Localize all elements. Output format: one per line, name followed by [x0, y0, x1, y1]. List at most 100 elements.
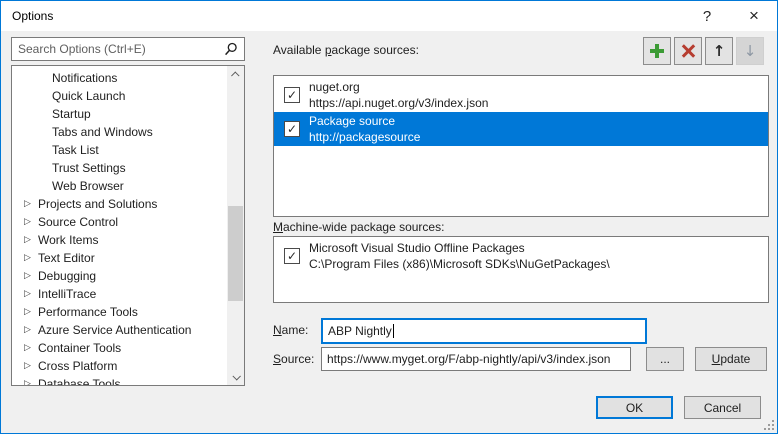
resize-grip[interactable]	[764, 420, 774, 430]
add-source-button[interactable]	[643, 37, 671, 65]
chevron-right-icon[interactable]: ▷	[24, 307, 38, 317]
tree-item[interactable]: ▷ Work Items	[12, 231, 227, 249]
browse-button[interactable]: ...	[646, 347, 684, 371]
package-text: Microsoft Visual Studio Offline Packages…	[309, 240, 610, 272]
help-button[interactable]: ?	[690, 1, 724, 31]
check-icon: ✓	[287, 250, 297, 262]
chevron-right-icon[interactable]: ▷	[24, 379, 38, 386]
tree-item[interactable]: ▷ Performance Tools	[12, 303, 227, 321]
tree-item[interactable]: ▷ Container Tools	[12, 339, 227, 357]
tree-item-label: Notifications	[52, 71, 117, 85]
search-placeholder: Search Options (Ctrl+E)	[18, 42, 224, 56]
tree-item[interactable]: ▷ Web Browser	[12, 177, 227, 195]
chevron-up-icon	[231, 71, 239, 79]
package-text: nuget.org https://api.nuget.org/v3/index…	[309, 79, 488, 111]
chevron-right-icon[interactable]: ▷	[24, 199, 38, 209]
chevron-right-icon[interactable]: ▷	[24, 289, 38, 299]
tree-item-label: Performance Tools	[38, 305, 138, 319]
options-dialog: Options ? × Search Options (Ctrl+E) ▷ No…	[0, 0, 778, 434]
move-up-button[interactable]: ↑	[705, 37, 733, 65]
tree-item-label: Work Items	[38, 233, 98, 247]
tree-item-label: Cross Platform	[38, 359, 117, 373]
plus-icon	[650, 44, 664, 58]
tree-item[interactable]: ▷ Startup	[12, 105, 227, 123]
tree-item[interactable]: ▷ Source Control	[12, 213, 227, 231]
chevron-right-icon[interactable]: ▷	[24, 217, 38, 227]
tree-item-label: Task List	[52, 143, 99, 157]
ok-button[interactable]: OK	[596, 396, 673, 419]
tree-item[interactable]: ▷ Trust Settings	[12, 159, 227, 177]
chevron-right-icon[interactable]: ▷	[24, 343, 38, 353]
chevron-right-icon[interactable]: ▷	[24, 253, 38, 263]
tree-item[interactable]: ▷ IntelliTrace	[12, 285, 227, 303]
tree-item-label: Text Editor	[38, 251, 95, 265]
x-icon	[681, 44, 695, 58]
package-url: https://api.nuget.org/v3/index.json	[309, 95, 488, 111]
tree-item[interactable]: ▷ Debugging	[12, 267, 227, 285]
tree-item[interactable]: ▷ Azure Service Authentication	[12, 321, 227, 339]
chevron-right-icon[interactable]: ▷	[24, 235, 38, 245]
arrow-down-icon: ↓	[744, 42, 757, 60]
tree-item-label: Database Tools	[38, 377, 121, 386]
tree-rows: ▷ Notifications ▷ Quick Launch ▷ Startup…	[12, 69, 227, 386]
text-caret	[393, 324, 394, 338]
package-name: Package source	[309, 113, 420, 129]
close-icon: ×	[749, 6, 759, 26]
package-source-row[interactable]: ✓ Package source http://packagesource	[274, 112, 768, 146]
window-title: Options	[12, 9, 53, 23]
source-input[interactable]: https://www.myget.org/F/abp-nightly/api/…	[321, 347, 631, 371]
update-button[interactable]: Update	[695, 347, 767, 371]
package-source-row[interactable]: ✓ Microsoft Visual Studio Offline Packag…	[274, 239, 768, 273]
package-checkbox[interactable]: ✓	[284, 248, 300, 264]
machine-sources-label: Machine-wide package sources:	[273, 220, 444, 234]
tree-item[interactable]: ▷ Task List	[12, 141, 227, 159]
tree-item-label: IntelliTrace	[38, 287, 96, 301]
package-checkbox[interactable]: ✓	[284, 87, 300, 103]
check-icon: ✓	[287, 89, 297, 101]
package-source-row[interactable]: ✓ nuget.org https://api.nuget.org/v3/ind…	[274, 78, 768, 112]
chevron-right-icon[interactable]: ▷	[24, 361, 38, 371]
package-name: nuget.org	[309, 79, 488, 95]
chevron-right-icon[interactable]: ▷	[24, 325, 38, 335]
scroll-up-button[interactable]	[227, 66, 244, 83]
available-sources-list[interactable]: ✓ nuget.org https://api.nuget.org/v3/ind…	[273, 75, 769, 217]
package-url: C:\Program Files (x86)\Microsoft SDKs\Nu…	[309, 256, 610, 272]
check-icon: ✓	[287, 123, 297, 135]
search-icon	[224, 42, 238, 56]
tree-item-label: Azure Service Authentication	[38, 323, 191, 337]
tree-scrollbar[interactable]	[227, 66, 244, 385]
package-name: Microsoft Visual Studio Offline Packages	[309, 240, 610, 256]
package-url: http://packagesource	[309, 129, 420, 145]
tree-item-label: Tabs and Windows	[52, 125, 153, 139]
package-text: Package source http://packagesource	[309, 113, 420, 145]
remove-source-button[interactable]	[674, 37, 702, 65]
tree-item-label: Projects and Solutions	[38, 197, 157, 211]
name-input[interactable]: ABP Nightly	[321, 318, 647, 344]
tree-item[interactable]: ▷ Tabs and Windows	[12, 123, 227, 141]
close-button[interactable]: ×	[737, 1, 771, 31]
search-options-input[interactable]: Search Options (Ctrl+E)	[11, 37, 245, 61]
tree-item[interactable]: ▷ Notifications	[12, 69, 227, 87]
tree-item-label: Debugging	[38, 269, 96, 283]
tree-item-label: Quick Launch	[52, 89, 125, 103]
tree-item[interactable]: ▷ Projects and Solutions	[12, 195, 227, 213]
move-down-button[interactable]: ↓	[736, 37, 764, 65]
tree-item[interactable]: ▷ Database Tools	[12, 375, 227, 386]
package-checkbox[interactable]: ✓	[284, 121, 300, 137]
machine-sources-list[interactable]: ✓ Microsoft Visual Studio Offline Packag…	[273, 236, 769, 303]
arrow-up-icon: ↑	[713, 42, 726, 60]
tree-item[interactable]: ▷ Text Editor	[12, 249, 227, 267]
tree-item[interactable]: ▷ Cross Platform	[12, 357, 227, 375]
scrollbar-thumb[interactable]	[228, 206, 243, 301]
available-sources-label: Available package sources:	[273, 43, 419, 57]
source-label: Source:	[273, 352, 314, 366]
tree-item-label: Source Control	[38, 215, 118, 229]
cancel-button[interactable]: Cancel	[684, 396, 761, 419]
tree-item[interactable]: ▷ Quick Launch	[12, 87, 227, 105]
source-value: https://www.myget.org/F/abp-nightly/api/…	[327, 352, 610, 366]
titlebar[interactable]: Options ? ×	[1, 1, 777, 31]
tree-item-label: Startup	[52, 107, 91, 121]
chevron-right-icon[interactable]: ▷	[24, 271, 38, 281]
name-label: Name:	[273, 323, 308, 337]
scroll-down-button[interactable]	[227, 368, 244, 385]
